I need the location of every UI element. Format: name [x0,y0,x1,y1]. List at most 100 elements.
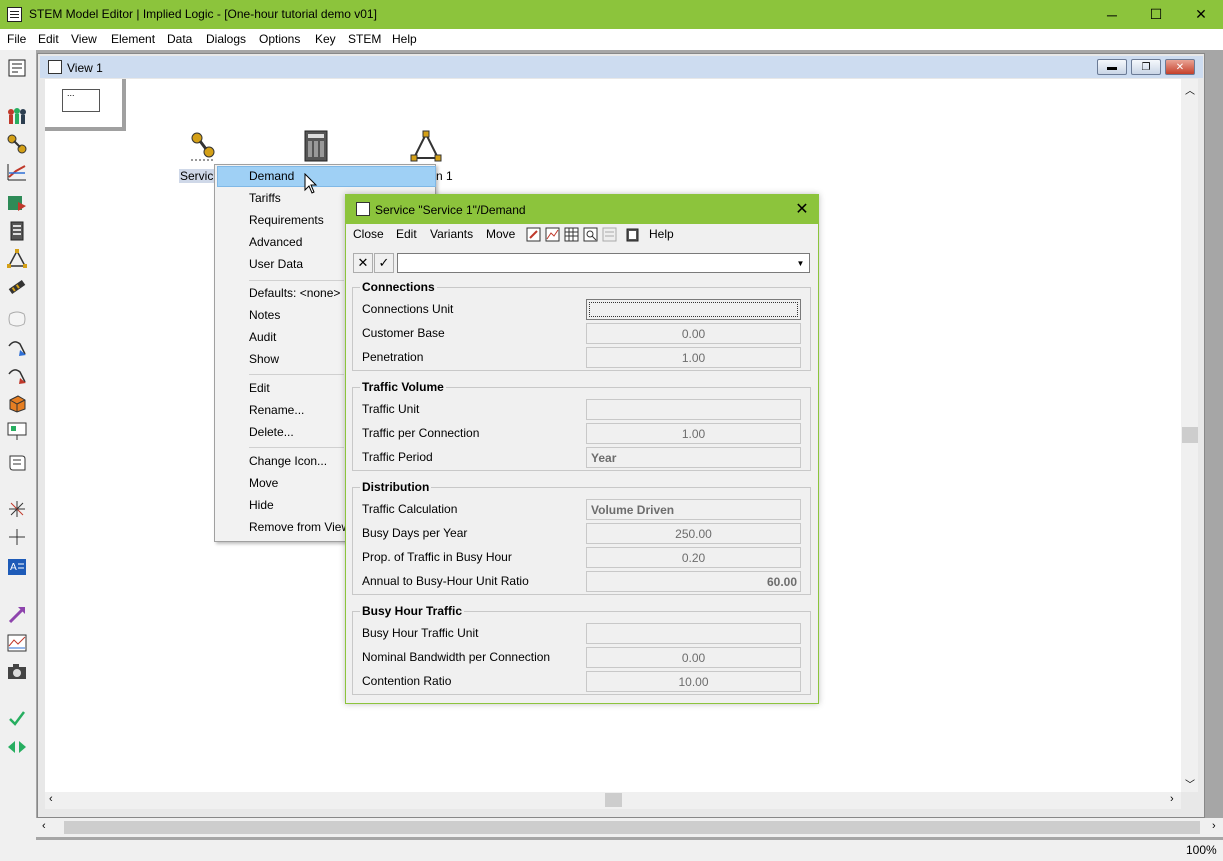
view-minimize-button[interactable]: ▬ [1097,59,1127,75]
ctx-separator [249,447,344,448]
resources-icon[interactable] [5,104,29,128]
ctx-item-show[interactable]: Show [249,352,279,366]
traffic-period-field[interactable]: Year [586,447,801,468]
equipment-icon[interactable] [5,219,29,243]
service-icon[interactable] [5,132,29,156]
inspect-icon[interactable] [582,226,599,243]
vertical-scroll-thumb[interactable] [1182,427,1198,443]
traffic-calculation-field[interactable]: Volume Driven [586,499,801,520]
dialog-menu-move[interactable]: Move [486,227,515,241]
network-element-label[interactable]: n 1 [436,169,453,183]
clipboard-icon[interactable] [624,226,641,243]
report-icon[interactable] [5,56,29,80]
busy-hour-traffic-unit-field[interactable] [586,623,801,644]
field-label: Traffic Period [362,450,433,464]
status-bar [0,840,1223,861]
table-view-icon[interactable] [563,226,580,243]
scroll-down-icon[interactable]: ﹀ [1185,776,1195,791]
check-icon[interactable] [5,706,29,730]
camera-icon[interactable] [5,659,29,683]
ctx-item-remove-from-view[interactable]: Remove from View [249,520,350,534]
dialog-menu-variants[interactable]: Variants [430,227,473,241]
edit-note-icon[interactable] [525,226,542,243]
ctx-item-edit[interactable]: Edit [249,381,270,395]
ctx-item-change-icon[interactable]: Change Icon... [249,454,327,468]
scroll-right-icon[interactable]: › [1170,793,1174,805]
ctx-item-hide[interactable]: Hide [249,498,274,512]
traffic-per-connection-field[interactable]: 1.00 [586,423,801,444]
dialog-menu-edit[interactable]: Edit [396,227,417,241]
ctx-item-delete[interactable]: Delete... [249,425,294,439]
workspace-scroll-right-icon[interactable]: › [1212,820,1216,832]
layout-icon[interactable] [5,419,29,443]
select-icon[interactable] [5,335,29,359]
customer-base-field[interactable]: 0.00 [586,323,801,344]
equipment-element-icon[interactable] [300,130,332,162]
network-icon[interactable] [5,247,29,271]
pick-icon[interactable] [5,363,29,387]
ctx-item-tariffs[interactable]: Tariffs [249,191,281,205]
annual-busy-hour-ratio-field[interactable]: 60.00 [586,571,801,592]
ctx-item-defaults[interactable]: Defaults: <none> [249,286,340,300]
menu-file[interactable]: File [7,32,26,46]
ctx-item-user-data[interactable]: User Data [249,257,303,271]
ctx-item-rename[interactable]: Rename... [249,403,304,417]
menu-data[interactable]: Data [167,32,192,46]
ctx-item-move[interactable]: Move [249,476,278,490]
ctx-item-advanced[interactable]: Advanced [249,235,302,249]
cable-icon[interactable] [5,275,29,299]
ctx-item-audit[interactable]: Audit [249,330,276,344]
view-close-button[interactable]: ✕ [1165,59,1195,75]
menu-view[interactable]: View [71,32,97,46]
region-icon[interactable] [5,307,29,331]
menu-element[interactable]: Element [111,32,155,46]
close-button[interactable]: ✕ [1178,0,1223,29]
menu-key[interactable]: Key [315,32,336,46]
dialog-close-icon[interactable]: ✕ [792,199,812,219]
contention-ratio-field[interactable]: 10.00 [586,671,801,692]
horizontal-scroll-thumb[interactable] [605,793,622,807]
graph-icon[interactable] [5,160,29,184]
box-icon[interactable] [5,391,29,415]
busy-hour-proportion-field[interactable]: 0.20 [586,547,801,568]
location-icon[interactable] [5,191,29,215]
crosshair-icon[interactable] [5,525,29,549]
dialog-menu-close[interactable]: Close [353,227,384,241]
scroll-up-icon[interactable]: ︿ [1185,82,1195,97]
menu-help[interactable]: Help [392,32,417,46]
dialog-menu-help[interactable]: Help [649,227,674,241]
scroll-icon[interactable] [5,451,29,475]
menu-options[interactable]: Options [259,32,300,46]
sparkle-icon[interactable] [5,497,29,521]
menu-stem[interactable]: STEM [348,32,381,46]
minimize-button[interactable]: ─ [1089,0,1135,29]
ctx-item-requirements[interactable]: Requirements [249,213,324,227]
maximize-button[interactable]: ☐ [1133,0,1179,29]
workspace-scroll-left-icon[interactable]: ‹ [42,820,46,832]
chart-icon[interactable] [5,631,29,655]
menu-edit[interactable]: Edit [38,32,59,46]
field-label: Annual to Busy-Hour Unit Ratio [362,574,529,588]
text-icon[interactable]: A [5,555,29,579]
cancel-edit-button[interactable]: ✕ [353,253,373,273]
link-icon[interactable] [5,603,29,627]
service-element-label[interactable]: Servic [179,169,215,183]
connections-unit-field[interactable] [586,299,801,320]
view-restore-button[interactable]: ❐ [1131,59,1161,75]
ctx-item-notes[interactable]: Notes [249,308,280,322]
penetration-field[interactable]: 1.00 [586,347,801,368]
chart-view-icon[interactable] [544,226,561,243]
workspace-scroll-thumb[interactable] [64,821,1200,834]
network-element-icon[interactable] [410,130,442,162]
value-combo-input[interactable] [397,253,810,273]
service-element-icon[interactable] [187,130,219,162]
chevron-down-icon[interactable]: ▼ [792,254,809,272]
scroll-left-icon[interactable]: ‹ [49,793,53,805]
busy-days-field[interactable]: 250.00 [586,523,801,544]
confirm-edit-button[interactable]: ✓ [374,253,394,273]
traffic-unit-field[interactable] [586,399,801,420]
ctx-item-demand[interactable]: Demand [249,169,294,183]
arrows-icon[interactable] [5,735,29,759]
menu-dialogs[interactable]: Dialogs [206,32,246,46]
nominal-bandwidth-field[interactable]: 0.00 [586,647,801,668]
